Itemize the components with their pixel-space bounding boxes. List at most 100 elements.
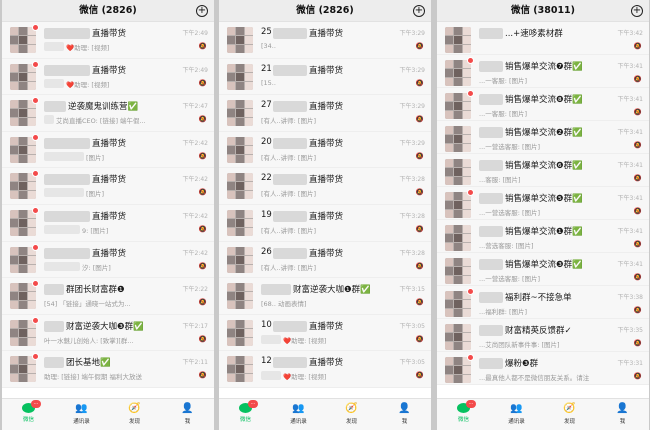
chat-row[interactable]: 群团长财富群❶ [54] 「链接」通晓一站式为... 下午2:22 🔕 xyxy=(2,278,214,315)
chat-number: 27 xyxy=(261,100,272,111)
tab-contacts[interactable]: 👥 通讯录 xyxy=(490,399,543,430)
chat-row[interactable]: 逆袭魔鬼训练营✅ 艾尚直播CEO: [链接] 端午假... 下午2:47 🔕 xyxy=(2,95,214,132)
chat-title: 直播带货 xyxy=(309,102,344,113)
chat-row[interactable]: 财富逆袭大咖❶群✅ [68.. 动画表情] 下午3:15 🔕 xyxy=(219,278,431,315)
tab-chats[interactable]: ··· 微信 xyxy=(437,399,490,430)
add-icon[interactable]: + xyxy=(631,5,643,17)
chat-row[interactable]: 直播带货 9: [图片] 下午2:42 🔕 xyxy=(2,204,214,242)
mute-bell-icon: 🔕 xyxy=(415,334,424,343)
chat-row[interactable]: 销售爆单交流❻群✅ ...客服: [图片] 下午3:41 🔕 xyxy=(437,154,649,187)
chat-time: 下午3:29 xyxy=(399,139,425,147)
chat-time: 下午3:05 xyxy=(399,322,425,330)
mute-bell-icon: 🔕 xyxy=(198,224,207,233)
tab-me[interactable]: 👤 我 xyxy=(596,399,649,430)
unread-dot xyxy=(32,243,39,251)
chat-title: 销售爆单交流❶群✅ xyxy=(505,227,583,237)
chat-row[interactable]: 爆粉❸群 ...最真他人都不是微信朋友关系。请注... 下午3:31 🔕 xyxy=(437,352,649,385)
blurred-name xyxy=(44,284,64,296)
blurred-sender xyxy=(44,224,80,234)
chat-number: 25 xyxy=(261,27,272,37)
group-avatar xyxy=(10,136,36,163)
tab-me[interactable]: 👤 我 xyxy=(161,399,214,430)
chat-title: 爆粉❸群 xyxy=(505,359,539,369)
tab-contacts[interactable]: 👥 通讯录 xyxy=(272,399,325,430)
tab-label: 发现 xyxy=(128,419,140,425)
chat-list[interactable]: 直播带货 ❤️助理: [视频] 下午2:49 🔕 直播带货 ❤️助理: [视频] 下午2:… xyxy=(2,22,214,388)
mute-bell-icon: 🔕 xyxy=(633,372,642,380)
chat-row[interactable]: 销售爆单交流❼群✅ ...一客服: [图片] 下午3:41 🔕 xyxy=(437,55,649,88)
mute-bell-icon: 🔕 xyxy=(633,108,642,116)
chat-row[interactable]: 财富精英反馈群✓ ...艾尚团队新事件事: [图片] 下午3:35 🔕 xyxy=(437,319,649,352)
chat-time: 下午2:49 xyxy=(182,30,208,37)
contacts-icon: 👥 xyxy=(292,403,305,414)
tab-label: 通讯录 xyxy=(73,419,90,425)
chat-row[interactable]: 销售爆单交流❷群✅ ...一营选客服: [图片] 下午3:41 🔕 xyxy=(437,121,649,154)
phone-screen-1: 微信 (2826) + 直播带货 ❤️助理: [视频] 下午2:49 🔕 直播带货 ❤️… xyxy=(2,0,214,430)
chat-title: 直播带货 xyxy=(309,211,344,222)
chat-preview: ...一营选客服: [图片] xyxy=(479,209,541,217)
chat-list[interactable]: 25 直播带货 [34.. 下午3:29 🔕 21 直播带货 [15.. 下午3:29 🔕 27… xyxy=(219,22,431,388)
tab-contacts[interactable]: 👥 通讯录 xyxy=(55,399,108,430)
chat-title: 直播带货 xyxy=(309,138,344,149)
chat-row[interactable]: 销售爆单交流❸群✅ ...一营选客服: [图片] 下午3:41 🔕 xyxy=(437,253,649,286)
blurred-sender xyxy=(44,151,84,161)
chat-time: 下午3:41 xyxy=(617,228,643,235)
chat-row[interactable]: 直播带货 ❤️助理: [视频] 下午2:49 🔕 xyxy=(2,22,214,59)
mute-bell-icon: 🔕 xyxy=(415,188,424,197)
chat-number: 12 xyxy=(261,356,272,367)
chat-row[interactable]: 20 直播带货 [有人..讲师: [图片] 下午3:29 🔕 xyxy=(219,131,431,169)
chat-row[interactable]: ...+速哆素材群 下午3:42 🔕 xyxy=(437,22,649,55)
tab-label: 我 xyxy=(401,419,408,425)
tab-discover[interactable]: 🧭 发现 xyxy=(108,399,161,430)
chat-row[interactable]: 销售爆单交流❽群✅ ...一客服: [图片] 下午3:41 🔕 xyxy=(437,88,649,121)
chat-row[interactable]: 19 直播带货 [有人..讲师: [图片] 下午3:28 🔕 xyxy=(219,204,431,242)
chat-row[interactable]: 27 直播带货 [有人..讲师: [图片] 下午3:29 🔕 xyxy=(219,95,431,132)
chat-preview: ...福利群: [图片] xyxy=(479,308,528,316)
mute-bell-icon: 🔕 xyxy=(198,298,207,307)
chat-list[interactable]: ...+速哆素材群 下午3:42 🔕 销售爆单交流❼群✅ ...一客服: [图片] 下午… xyxy=(437,22,649,385)
chat-list-header: 微信 (2826) + xyxy=(2,0,214,22)
add-icon[interactable]: + xyxy=(196,5,208,17)
chat-row[interactable]: 12 直播带货 ❤️助理: [视频] 下午3:05 🔕 xyxy=(219,351,431,388)
chat-row[interactable]: 销售爆单交流❶群✅ ...营选客服: [图片] 下午3:41 🔕 xyxy=(437,220,649,253)
blurred-name xyxy=(273,28,307,39)
chat-preview: ...一客服: [图片] xyxy=(479,110,528,118)
chat-row[interactable]: 21 直播带货 [15.. 下午3:29 🔕 xyxy=(219,58,431,96)
mute-bell-icon: 🔕 xyxy=(633,75,642,83)
chat-row[interactable]: 26 直播带货 [有人..讲师: [图片] 下午3:28 🔕 xyxy=(219,241,431,279)
unread-dot xyxy=(32,353,39,361)
chat-row[interactable]: 25 直播带货 [34.. 下午3:29 🔕 xyxy=(219,22,431,59)
chat-time: 下午3:41 xyxy=(617,63,643,70)
blurred-name xyxy=(479,259,503,270)
chat-row[interactable]: 直播带货 [图片] 下午2:42 🔕 xyxy=(2,168,214,205)
chat-title: 直播带货 xyxy=(92,65,127,76)
person-icon: 👤 xyxy=(398,403,411,414)
mute-bell-icon: 🔕 xyxy=(198,151,207,160)
blurred-name xyxy=(479,28,503,39)
chat-preview: [图片] xyxy=(86,153,105,162)
group-avatar xyxy=(227,27,253,53)
group-avatar xyxy=(227,100,253,127)
chat-row[interactable]: 直播带货 汐: [图片] 下午2:42 🔕 xyxy=(2,241,214,279)
chat-row[interactable]: 直播带货 [图片] 下午2:42 🔕 xyxy=(2,131,214,169)
person-icon: 👤 xyxy=(616,403,629,414)
tab-discover[interactable]: 🧭 发现 xyxy=(543,399,596,430)
tab-label: 微信 xyxy=(457,417,469,423)
chat-row[interactable]: 福利群~不接急单 ...福利群: [图片] 下午3:38 🔕 xyxy=(437,286,649,319)
add-icon[interactable]: + xyxy=(413,5,425,17)
group-avatar xyxy=(227,246,253,273)
tab-chats[interactable]: ··· 微信 xyxy=(219,399,272,430)
chat-row[interactable]: 直播带货 ❤️助理: [视频] 下午2:49 🔕 xyxy=(2,58,214,96)
chat-time: 下午3:41 xyxy=(617,195,643,202)
unread-dot xyxy=(467,354,474,361)
chat-row[interactable]: 10 直播带货 ❤️助理: [视频] 下午3:05 🔕 xyxy=(219,314,431,352)
tab-chats[interactable]: ··· 微信 xyxy=(2,399,55,430)
blurred-name xyxy=(273,174,307,186)
chat-time: 下午3:38 xyxy=(617,294,643,301)
chat-row[interactable]: 团长基地✅ 助理: [链接] 端午假期 福利大放送 下午2:11 🔕 xyxy=(2,351,214,388)
chat-row[interactable]: 销售爆单交流❺群✅ ...一营选客服: [图片] 下午3:41 🔕 xyxy=(437,187,649,220)
chat-row[interactable]: 22 直播带货 [有人..讲师: [图片] 下午3:28 🔕 xyxy=(219,168,431,205)
chat-row[interactable]: 财富逆袭大咖❸群✅ 叶一水魅儿创始人: [致掌][群... 下午2:17 🔕 xyxy=(2,314,214,352)
tab-discover[interactable]: 🧭 发现 xyxy=(325,399,378,430)
tab-me[interactable]: 👤 我 xyxy=(378,399,431,430)
